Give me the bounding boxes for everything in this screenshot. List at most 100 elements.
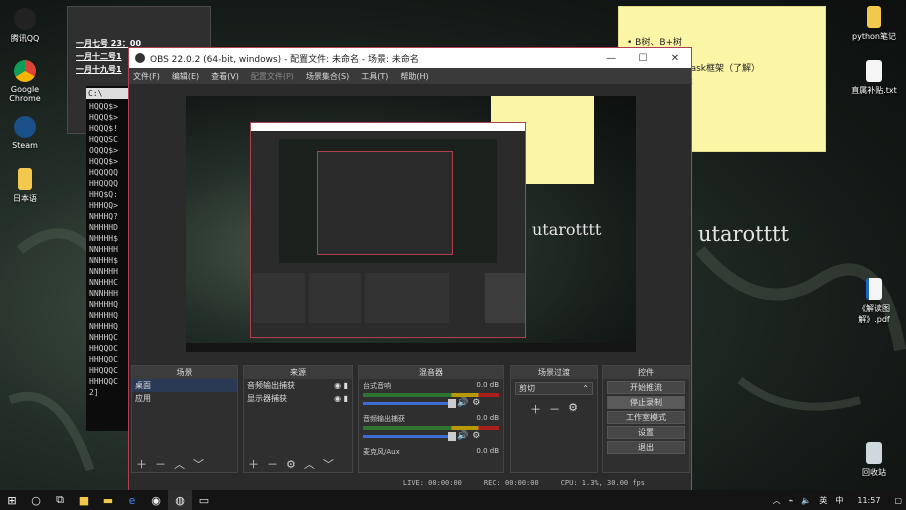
channel-level: 0.0 dB xyxy=(476,447,499,455)
terminal-window[interactable]: C:\ HQQQ$> HQQQ$> HQQQ$! HQQQSC OQQQ$> HQQQ$>… xyxy=(86,86,132,431)
notification-icon[interactable]: ▢ xyxy=(894,496,902,505)
desktop-icon-python-notes[interactable]: python笔记 xyxy=(846,6,902,42)
move-down-icon[interactable]: ﹀ xyxy=(193,456,204,472)
menu-profile[interactable]: 配置文件(P) xyxy=(251,71,294,82)
menu-help[interactable]: 帮助(H) xyxy=(400,71,428,82)
terminal-line: NHHHHD xyxy=(89,223,118,232)
add-scene-button[interactable]: ＋ xyxy=(136,456,147,472)
stop-recording-button[interactable]: 停止录制 xyxy=(607,396,685,409)
menu-tools[interactable]: 工具(T) xyxy=(361,71,388,82)
preview-obs-window xyxy=(250,122,526,338)
obs-window[interactable]: OBS 22.0.2 (64-bit, windows) - 配置文件: 未命名… xyxy=(128,47,692,492)
desktop-icon-chrome[interactable]: Google Chrome xyxy=(0,60,50,103)
add-transition-button[interactable]: ＋ xyxy=(530,401,541,417)
exit-button[interactable]: 退出 xyxy=(607,441,685,454)
gear-icon[interactable]: ⚙ xyxy=(286,458,296,471)
preview-wallpaper-signature: utarotttt xyxy=(532,220,602,239)
scene-item[interactable]: 桌面 xyxy=(132,379,237,392)
speaker-icon[interactable]: 🔈 xyxy=(801,496,811,505)
sources-dock: 来源 音频输出捕获 ◉ ▮ 显示器捕获 ◉ ▮ ＋ － ⚙ ︿ ﹀ xyxy=(243,365,353,473)
studio-mode-button[interactable]: 工作室模式 xyxy=(607,411,685,424)
scenes-dock: 场景 桌面 应用 ＋ － ︿ ﹀ xyxy=(131,365,238,473)
eye-icon[interactable]: ◉ ▮ xyxy=(334,379,348,392)
search-icon[interactable]: ○ xyxy=(24,490,48,510)
terminal-line: NNHHHH xyxy=(89,245,118,254)
menu-scene-collection[interactable]: 场景集合(S) xyxy=(306,71,349,82)
live-time: LIVE: 00:00:00 xyxy=(402,479,462,487)
menu-file[interactable]: 文件(F) xyxy=(133,71,160,82)
channel-level: 0.0 dB xyxy=(476,381,499,389)
remove-source-button[interactable]: － xyxy=(267,456,278,472)
chrome-icon[interactable]: ◉ xyxy=(144,490,168,510)
source-label: 显示器捕获 xyxy=(247,394,287,403)
remove-scene-button[interactable]: － xyxy=(155,456,166,472)
terminal-line: HHHQQC xyxy=(89,377,118,386)
cpu-fps: CPU: 1.3%, 30.00 fps xyxy=(560,479,645,487)
maximize-button[interactable]: ☐ xyxy=(627,48,659,68)
source-item[interactable]: 音频输出捕获 ◉ ▮ xyxy=(244,379,352,392)
system-tray: ︿ ⌁ 🔈 英 中 11:57 ▢ xyxy=(773,490,902,510)
controls-header: 控件 xyxy=(603,366,689,379)
terminal-line: OQQQ$> xyxy=(89,146,118,155)
desktop-icon-steam[interactable]: Steam xyxy=(0,116,50,150)
terminal-icon[interactable]: ▭ xyxy=(192,490,216,510)
windows-start-icon[interactable]: ⊞ xyxy=(0,490,24,510)
slider-knob[interactable] xyxy=(448,431,456,441)
volume-slider[interactable] xyxy=(363,398,456,408)
taskbar: ⊞ ○ ⧉ ■ ▬ e ◉ ◍ ▭ ︿ ⌁ 🔈 英 中 11:57 ▢ xyxy=(0,490,906,510)
add-source-button[interactable]: ＋ xyxy=(248,456,259,472)
folder-icon[interactable]: ▬ xyxy=(96,490,120,510)
tray-chevron-icon[interactable]: ︿ xyxy=(773,495,781,506)
desktop-icon-txt-file[interactable]: 直属补贴.txt xyxy=(846,60,902,96)
move-up-icon[interactable]: ︿ xyxy=(304,456,315,472)
network-icon[interactable]: ⌁ xyxy=(789,496,794,505)
desktop-icon-folder[interactable]: 日本语 xyxy=(0,168,50,204)
mixer-channel: 音频输出捕获 0.0 dB 🔊 ⚙ xyxy=(359,412,503,442)
ime-indicator[interactable]: 英 xyxy=(819,495,827,506)
terminal-line: NHHHHQ xyxy=(89,311,118,320)
speaker-icon[interactable]: 🔊 xyxy=(457,398,468,408)
source-item[interactable]: 显示器捕获 ◉ ▮ xyxy=(244,392,352,405)
terminal-line: NHHHH$ xyxy=(89,234,118,243)
start-streaming-button[interactable]: 开始推流 xyxy=(607,381,685,394)
eye-icon[interactable]: ◉ ▮ xyxy=(334,392,348,405)
controls-dock: 控件 开始推流 停止录制 工作室模式 设置 退出 xyxy=(602,365,690,473)
minimize-button[interactable]: — xyxy=(595,48,627,68)
sticky-notes-icon[interactable]: ■ xyxy=(72,490,96,510)
remove-transition-button[interactable]: － xyxy=(549,401,560,417)
move-down-icon[interactable]: ﹀ xyxy=(323,456,334,472)
transition-select[interactable]: 剪切 ⌃ xyxy=(515,382,593,395)
menu-edit[interactable]: 编辑(E) xyxy=(172,71,199,82)
speaker-icon[interactable]: 🔊 xyxy=(457,431,468,441)
terminal-line: NNNHHH xyxy=(89,267,118,276)
terminal-line: HQQQ$! xyxy=(89,124,118,133)
terminal-line: NHHHHQ xyxy=(89,322,118,331)
gear-icon[interactable]: ⚙ xyxy=(568,401,578,417)
obs-icon[interactable]: ◍ xyxy=(168,490,192,510)
desktop-icon-qq[interactable]: 腾讯QQ xyxy=(0,8,50,44)
settings-button[interactable]: 设置 xyxy=(607,426,685,439)
preview-canvas[interactable]: utarotttt xyxy=(186,96,636,352)
task-view-icon[interactable]: ⧉ xyxy=(48,490,72,510)
desktop-icon-pdf[interactable]: 《解读图解》.pdf xyxy=(846,278,902,325)
ime-mode[interactable]: 中 xyxy=(835,495,843,506)
volume-slider[interactable] xyxy=(363,431,456,441)
move-up-icon[interactable]: ︿ xyxy=(174,456,185,472)
gear-icon[interactable]: ⚙ xyxy=(472,398,480,408)
obs-logo-icon xyxy=(135,53,145,63)
scene-item[interactable]: 应用 xyxy=(132,392,237,405)
menu-view[interactable]: 查看(V) xyxy=(211,71,239,82)
slider-knob[interactable] xyxy=(448,398,456,408)
terminal-line: HHQ$Q: xyxy=(89,190,118,199)
menu-bar: 文件(F) 编辑(E) 查看(V) 配置文件(P) 场景集合(S) 工具(T) … xyxy=(129,68,691,84)
close-button[interactable]: ✕ xyxy=(659,48,691,68)
edge-icon[interactable]: e xyxy=(120,490,144,510)
clock[interactable]: 11:57 xyxy=(857,496,880,505)
terminal-line: NNNHHH xyxy=(89,289,118,298)
pdf-icon xyxy=(866,278,882,300)
mixer-channel: 台式音响 0.0 dB 🔊 ⚙ xyxy=(359,379,503,409)
terminal-line: HQQQ$> xyxy=(89,113,118,122)
desktop-icon-recycle-bin[interactable]: 回收站 xyxy=(846,442,902,478)
gear-icon[interactable]: ⚙ xyxy=(472,431,480,441)
obs-title-bar[interactable]: OBS 22.0.2 (64-bit, windows) - 配置文件: 未命名… xyxy=(129,48,691,68)
